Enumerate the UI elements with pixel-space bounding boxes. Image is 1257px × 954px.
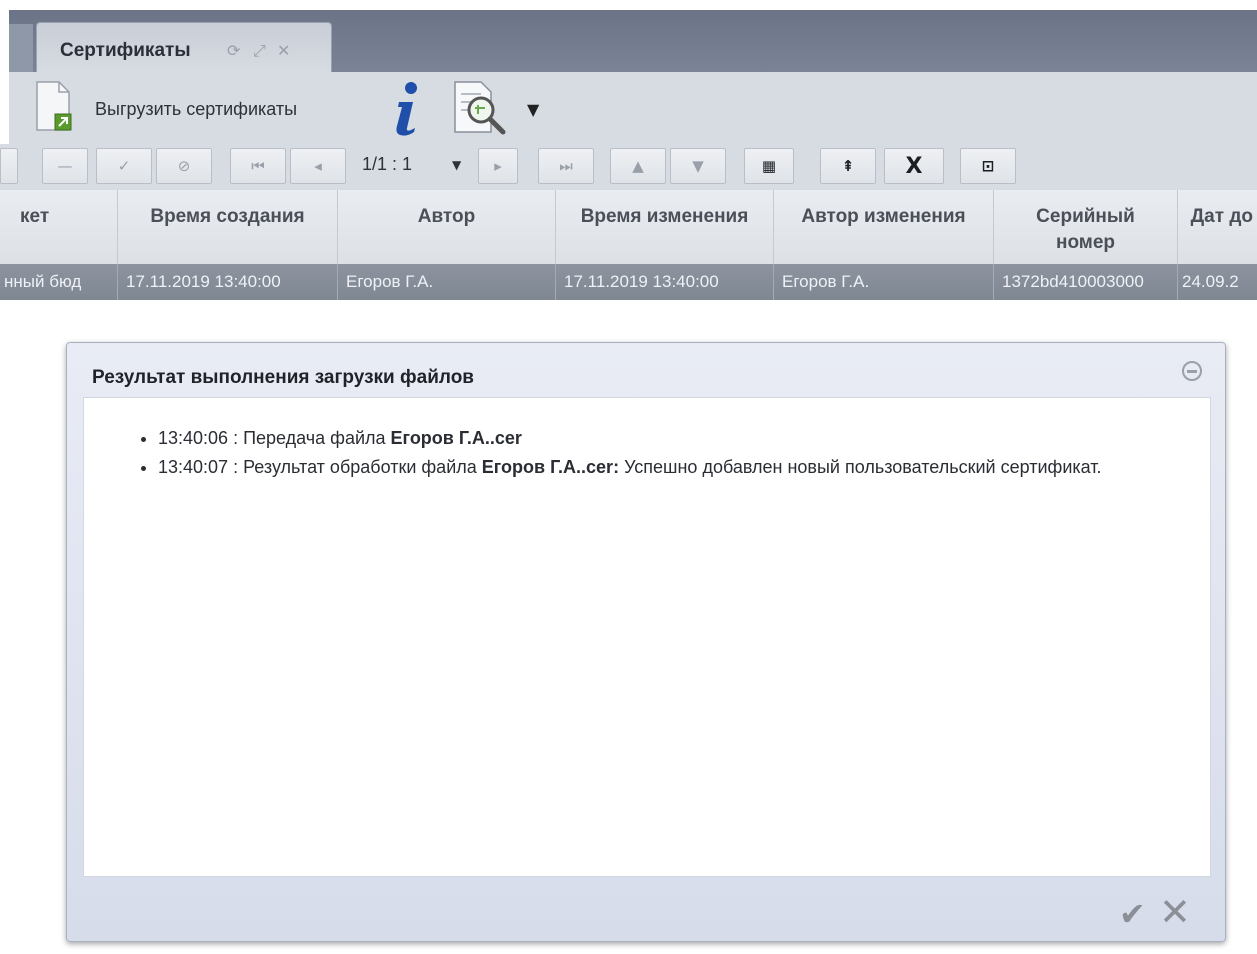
column-header[interactable]: Дат до (1178, 190, 1257, 264)
collapse-icon[interactable] (1182, 361, 1202, 381)
log-list: 13:40:06 : Передача файла Егоров Г.А..ce… (84, 398, 1210, 482)
info-icon[interactable] (389, 80, 425, 138)
grid-view-icon[interactable]: ▦ (744, 148, 794, 184)
ok-icon[interactable]: ✔ (1119, 895, 1146, 933)
filter-dropdown-icon[interactable]: ⊡ (960, 148, 1016, 184)
table-cell: 17.11.2019 13:40:00 (556, 264, 774, 300)
log-item: 13:40:07 : Результат обработки файла Его… (158, 453, 1210, 482)
table-cell: 17.11.2019 13:40:00 (118, 264, 338, 300)
move-up-icon[interactable]: ▲ (610, 148, 666, 184)
pager-indicator: 1/1 : 1 (362, 154, 413, 174)
column-header[interactable]: Время изменения (556, 190, 774, 264)
table-cell: Егоров Г.А. (338, 264, 556, 300)
grid-toolbar: — ✓ ⊘ ⏮ ◂ 1/1 : 1 ▼ ▸ ⏭ ▲ ▼ ▦ ⇞ X ⊡ (0, 144, 1257, 190)
table-cell: 1372bd410003000 (994, 264, 1178, 300)
block-icon[interactable]: ⊘ (156, 148, 212, 184)
log-item: 13:40:06 : Передача файла Егоров Г.А..ce… (158, 424, 1210, 453)
table-row[interactable]: нный бюд 17.11.2019 13:40:00 Егоров Г.А.… (0, 264, 1257, 300)
table-cell: Егоров Г.А. (774, 264, 994, 300)
table-cell: нный бюд (0, 264, 118, 300)
cancel-icon[interactable]: ✕ (1159, 890, 1191, 934)
last-page-icon[interactable]: ⏭ (538, 148, 594, 184)
refresh-icon[interactable]: ⟳ (227, 41, 240, 60)
tab-certificates[interactable]: Сертификаты ⟳ ⤢ ✕ (36, 22, 332, 72)
pager-dropdown-icon[interactable]: ▼ (452, 158, 461, 172)
expand-icon[interactable]: ⤢ (253, 41, 266, 61)
dropdown-arrow-icon[interactable]: ▼ (527, 100, 539, 119)
check-icon[interactable]: ✓ (96, 148, 152, 184)
column-header[interactable]: Автор изменения (774, 190, 994, 264)
dialog-body: 13:40:06 : Передача файла Егоров Г.А..ce… (83, 397, 1211, 877)
toolbar-button-add[interactable] (0, 148, 18, 184)
export-certificates-button[interactable]: Выгрузить сертификаты (95, 99, 297, 120)
column-header[interactable]: кет (0, 190, 118, 264)
table-cell: 24.09.2 (1182, 272, 1239, 291)
next-page-icon[interactable]: ▸ (478, 148, 518, 184)
column-header[interactable]: Время создания (118, 190, 338, 264)
grid-header: кет Время создания Автор Время изменения… (0, 190, 1257, 265)
tab-strip: Сертификаты ⟳ ⤢ ✕ (9, 10, 1257, 72)
main-toolbar: Выгрузить сертификаты ▼ (9, 72, 1257, 144)
column-header[interactable]: Автор (338, 190, 556, 264)
top-band (0, 0, 1257, 10)
excel-export-icon[interactable]: X (884, 148, 944, 184)
export-icon[interactable] (35, 80, 73, 132)
column-header[interactable]: Серийный номер (994, 190, 1178, 264)
close-icon[interactable]: ✕ (277, 41, 290, 60)
dialog-title: Результат выполнения загрузки файлов (92, 367, 474, 388)
insert-row-icon[interactable]: ⇞ (820, 148, 876, 184)
previous-tab[interactable] (9, 24, 33, 72)
delete-icon[interactable]: — (42, 148, 88, 184)
search-document-icon[interactable] (451, 78, 513, 136)
tab-title: Сертификаты (60, 40, 191, 61)
upload-result-dialog: Результат выполнения загрузки файлов 13:… (66, 342, 1226, 942)
move-down-icon[interactable]: ▼ (670, 148, 726, 184)
first-page-icon[interactable]: ⏮ (230, 148, 286, 184)
previous-page-icon[interactable]: ◂ (290, 148, 346, 184)
